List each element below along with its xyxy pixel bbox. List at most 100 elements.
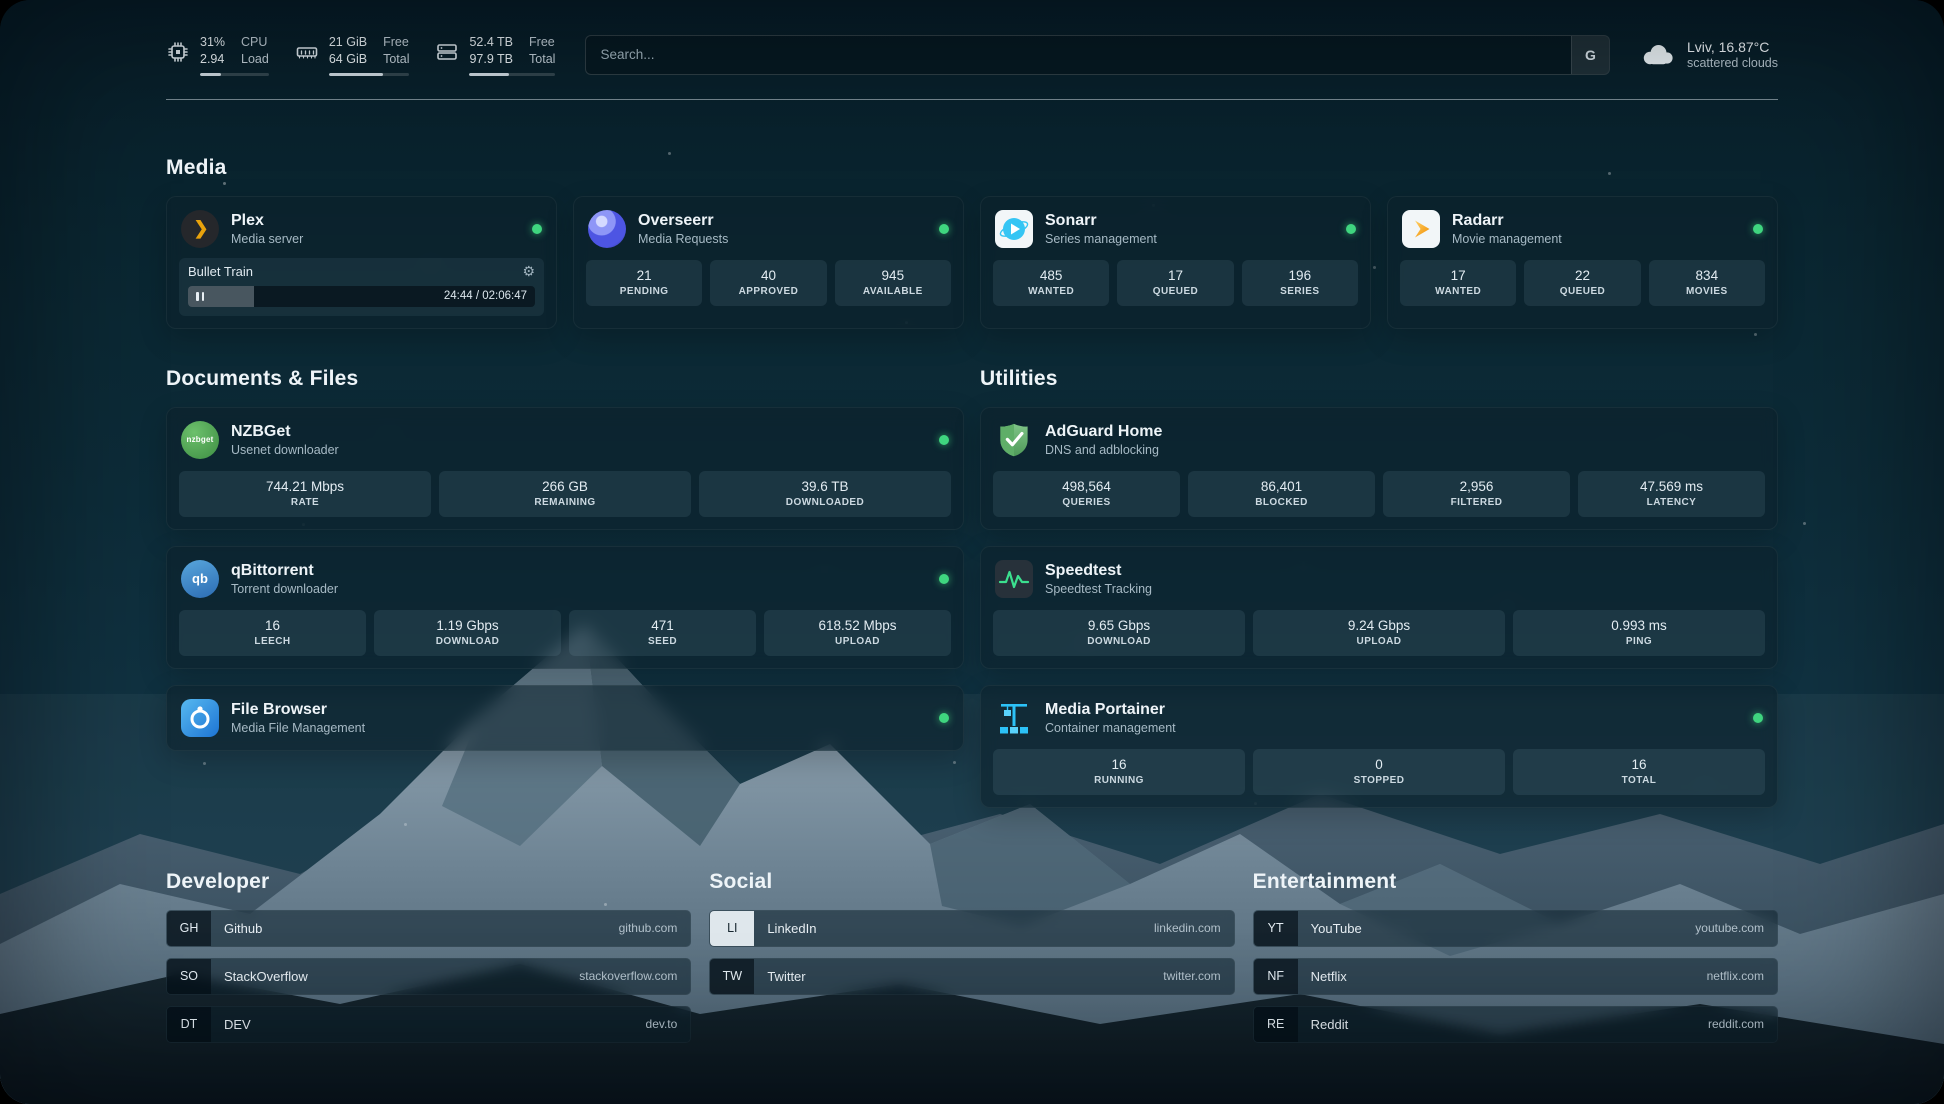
stat-pending: 21 PENDING [586, 260, 702, 306]
stat-upload: 9.24 Gbps UPLOAD [1253, 610, 1505, 656]
speedtest-icon [995, 560, 1033, 598]
status-online-dot [939, 224, 949, 234]
section-title-entertainment: Entertainment [1253, 870, 1778, 894]
app-desc: Speedtest Tracking [1045, 582, 1152, 596]
app-desc: Usenet downloader [231, 443, 339, 457]
section-title-developer: Developer [166, 870, 691, 894]
app-card-plex[interactable]: ❯ Plex Media server Bullet Train ⚙ [166, 196, 557, 329]
stat-blocked: 86,401 BLOCKED [1188, 471, 1375, 517]
now-playing-title: Bullet Train [188, 264, 253, 279]
bookmark-url: dev.to [646, 1017, 678, 1031]
app-desc: Container management [1045, 721, 1176, 735]
bookmark-name: DEV [224, 1017, 251, 1032]
system-stats: 31% 2.94 CPU Load [166, 34, 555, 76]
bookmark-name: StackOverflow [224, 969, 308, 984]
stat-approved: 40 APPROVED [710, 260, 826, 306]
disk-free-label: Free [529, 34, 555, 51]
app-name: Overseerr [638, 212, 728, 230]
filebrowser-icon [181, 699, 219, 737]
search-input[interactable] [585, 35, 1610, 75]
cpu-usage-bar [200, 73, 269, 76]
stat-movies: 834 MOVIES [1649, 260, 1765, 306]
app-card-speedtest[interactable]: Speedtest Speedtest Tracking 9.65 Gbps D… [980, 546, 1778, 669]
status-online-dot [532, 224, 542, 234]
app-name: Plex [231, 212, 303, 230]
section-title-social: Social [709, 870, 1234, 894]
section-title-media: Media [166, 156, 1778, 180]
stat-running: 16 RUNNING [993, 749, 1245, 795]
app-desc: Series management [1045, 232, 1157, 246]
stat-wanted: 17 WANTED [1400, 260, 1516, 306]
bookmark-group-social: Social LI LinkedIn linkedin.com TW Twitt… [709, 870, 1234, 995]
app-desc: Torrent downloader [231, 582, 338, 596]
section-documents: Documents & Files nzbget NZBGet Usenet d… [166, 367, 964, 751]
bookmark-abbr: YT [1254, 911, 1298, 946]
bookmark-name: Twitter [767, 969, 805, 984]
bookmark-linkedin[interactable]: LI LinkedIn linkedin.com [709, 910, 1234, 947]
status-online-dot [939, 574, 949, 584]
bookmark-github[interactable]: GH Github github.com [166, 910, 691, 947]
stat-filtered: 2,956 FILTERED [1383, 471, 1570, 517]
search-bar: G [585, 35, 1610, 75]
app-name: File Browser [231, 701, 365, 719]
bookmark-dev[interactable]: DT DEV dev.to [166, 1006, 691, 1043]
ram-usage-bar [329, 73, 410, 76]
disk-total-value: 97.9 TB [469, 51, 513, 68]
playback-progress-bar[interactable]: 24:44 / 02:06:47 [188, 286, 535, 307]
app-desc: Movie management [1452, 232, 1562, 246]
pause-icon[interactable] [196, 292, 204, 301]
stat-upload: 618.52 Mbps UPLOAD [764, 610, 951, 656]
bookmark-twitter[interactable]: TW Twitter twitter.com [709, 958, 1234, 995]
portainer-icon [995, 699, 1033, 737]
app-card-sonarr[interactable]: Sonarr Series management 485 WANTED 17 Q… [980, 196, 1371, 329]
bookmark-url: reddit.com [1708, 1017, 1764, 1031]
app-name: qBittorrent [231, 562, 338, 580]
app-name: AdGuard Home [1045, 423, 1162, 441]
bookmark-reddit[interactable]: RE Reddit reddit.com [1253, 1006, 1778, 1043]
playback-time: 24:44 / 02:06:47 [444, 290, 527, 302]
stat-rate: 744.21 Mbps RATE [179, 471, 431, 517]
bookmark-abbr: GH [167, 911, 211, 946]
cpu-load-label: Load [241, 51, 269, 68]
bookmark-stackoverflow[interactable]: SO StackOverflow stackoverflow.com [166, 958, 691, 995]
app-card-qbittorrent[interactable]: qb qBittorrent Torrent downloader 16 [166, 546, 964, 669]
stat-ping: 0.993 ms PING [1513, 610, 1765, 656]
bookmark-url: linkedin.com [1154, 921, 1221, 935]
bookmark-abbr: DT [167, 1007, 211, 1042]
status-online-dot [939, 435, 949, 445]
app-card-filebrowser[interactable]: File Browser Media File Management [166, 685, 964, 751]
app-card-radarr[interactable]: Radarr Movie management 17 WANTED 22 QUE… [1387, 196, 1778, 329]
bookmark-url: youtube.com [1695, 921, 1764, 935]
bookmark-abbr: SO [167, 959, 211, 994]
search-engine-button[interactable]: G [1571, 36, 1609, 74]
stat-queued: 22 QUEUED [1524, 260, 1640, 306]
stat-seed: 471 SEED [569, 610, 756, 656]
app-card-adguard[interactable]: AdGuard Home DNS and adblocking 498,564 … [980, 407, 1778, 530]
bookmark-youtube[interactable]: YT YouTube youtube.com [1253, 910, 1778, 947]
cloud-icon [1640, 42, 1676, 68]
stat-stopped: 0 STOPPED [1253, 749, 1505, 795]
ram-stat: 21 GiB 64 GiB Free Total [295, 34, 410, 76]
stat-download: 9.65 Gbps DOWNLOAD [993, 610, 1245, 656]
stat-leech: 16 LEECH [179, 610, 366, 656]
gear-icon[interactable]: ⚙ [522, 264, 535, 278]
cpu-load-value: 2.94 [200, 51, 225, 68]
ram-total-label: Total [383, 51, 409, 68]
bookmark-url: netflix.com [1707, 969, 1764, 983]
cpu-icon [166, 40, 190, 64]
bookmark-name: Netflix [1311, 969, 1347, 984]
disk-stat: 52.4 TB 97.9 TB Free Total [435, 34, 555, 76]
adguard-icon [995, 421, 1033, 459]
app-card-nzbget[interactable]: nzbget NZBGet Usenet downloader 744.21 M… [166, 407, 964, 530]
app-card-overseerr[interactable]: Overseerr Media Requests 21 PENDING 40 A… [573, 196, 964, 329]
stat-wanted: 485 WANTED [993, 260, 1109, 306]
app-desc: Media File Management [231, 721, 365, 735]
sonarr-icon [995, 210, 1033, 248]
weather-widget[interactable]: Lviv, 16.87°C scattered clouds [1640, 39, 1778, 70]
bookmark-group-developer: Developer GH Github github.com SO StackO… [166, 870, 691, 1043]
status-online-dot [1753, 713, 1763, 723]
bookmark-abbr: NF [1254, 959, 1298, 994]
app-name: Speedtest [1045, 562, 1152, 580]
app-card-portainer[interactable]: Media Portainer Container management 16 … [980, 685, 1778, 808]
bookmark-netflix[interactable]: NF Netflix netflix.com [1253, 958, 1778, 995]
